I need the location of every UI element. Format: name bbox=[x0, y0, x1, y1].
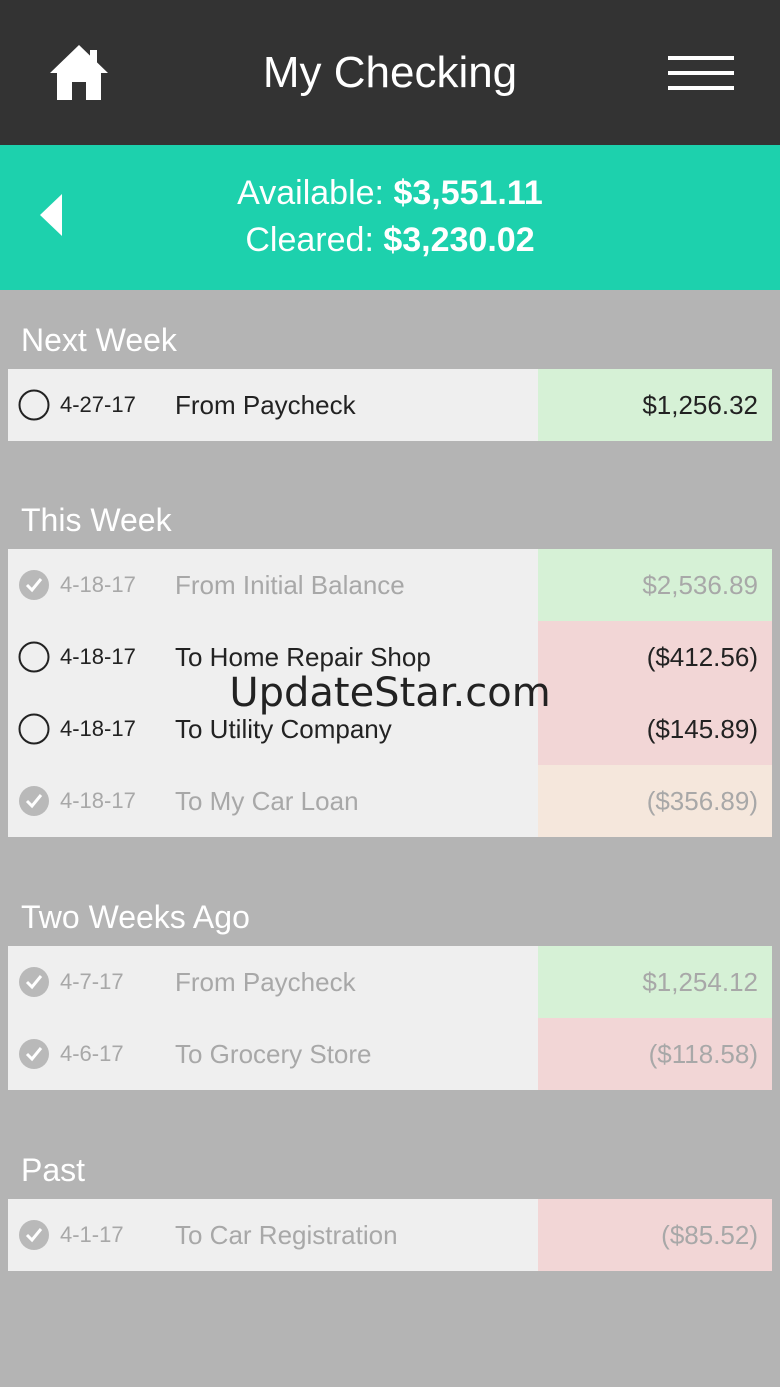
transaction-amount: ($85.52) bbox=[538, 1199, 772, 1271]
menu-button[interactable] bbox=[668, 56, 734, 90]
empty-circle-icon bbox=[18, 641, 50, 673]
transaction-row[interactable]: 4-7-17 From Paycheck $1,254.12 bbox=[8, 946, 772, 1018]
section-title-two-weeks-ago: Two Weeks Ago bbox=[21, 899, 250, 935]
check-circle-icon bbox=[19, 1039, 49, 1069]
transaction-date: 4-18-17 bbox=[60, 572, 136, 597]
transaction-group-next-week: 4-27-17 From Paycheck $1,256.32 bbox=[8, 369, 772, 441]
menu-bar bbox=[668, 71, 734, 75]
transaction-amount: ($356.89) bbox=[538, 765, 772, 837]
menu-bar bbox=[668, 86, 734, 90]
transaction-row[interactable]: 4-18-17 From Initial Balance $2,536.89 bbox=[8, 549, 772, 621]
uncleared-circle-icon[interactable] bbox=[18, 713, 50, 745]
page-title: My Checking bbox=[262, 48, 518, 97]
cleared-label: Cleared: bbox=[245, 221, 374, 259]
check-circle-icon bbox=[19, 967, 49, 997]
transaction-description: From Initial Balance bbox=[175, 570, 405, 600]
transaction-date: 4-1-17 bbox=[60, 1222, 124, 1247]
empty-circle-icon bbox=[18, 713, 50, 745]
cleared-check-icon[interactable] bbox=[18, 1219, 50, 1251]
cleared-balance: Cleared: $3,230.02 bbox=[0, 221, 780, 260]
transaction-group-this-week: 4-18-17 From Initial Balance $2,536.89 4… bbox=[8, 549, 772, 837]
transaction-description: To Grocery Store bbox=[175, 1039, 372, 1069]
transaction-amount: $1,254.12 bbox=[538, 946, 772, 1018]
cleared-check-icon[interactable] bbox=[18, 966, 50, 998]
transaction-description: To My Car Loan bbox=[175, 786, 359, 816]
cleared-check-icon[interactable] bbox=[18, 785, 50, 817]
transaction-amount: ($412.56) bbox=[538, 621, 772, 693]
transaction-amount: $2,536.89 bbox=[538, 549, 772, 621]
transaction-row[interactable]: 4-27-17 From Paycheck $1,256.32 bbox=[8, 369, 772, 441]
check-circle-icon bbox=[19, 570, 49, 600]
transaction-row[interactable]: 4-18-17 To My Car Loan ($356.89) bbox=[8, 765, 772, 837]
transaction-date: 4-18-17 bbox=[60, 716, 136, 741]
uncleared-circle-icon[interactable] bbox=[18, 389, 50, 421]
app-screen: My Checking Available: $3,551.11 Cleared… bbox=[0, 0, 780, 1387]
transaction-date: 4-18-17 bbox=[60, 644, 136, 669]
section-title-this-week: This Week bbox=[21, 502, 172, 538]
cleared-value: $3,230.02 bbox=[383, 221, 535, 259]
section-title-next-week: Next Week bbox=[21, 322, 177, 358]
menu-bar bbox=[668, 56, 734, 60]
available-label: Available: bbox=[237, 174, 384, 212]
transaction-description: To Utility Company bbox=[175, 714, 392, 744]
cleared-check-icon[interactable] bbox=[18, 569, 50, 601]
check-circle-icon bbox=[19, 786, 49, 816]
transaction-amount: $1,256.32 bbox=[538, 369, 772, 441]
section-title-past: Past bbox=[21, 1152, 86, 1188]
top-bar: My Checking bbox=[0, 0, 780, 145]
transaction-group-two-weeks-ago: 4-7-17 From Paycheck $1,254.12 4-6-17 To… bbox=[8, 946, 772, 1090]
transaction-description: To Home Repair Shop bbox=[175, 642, 431, 672]
transaction-date: 4-7-17 bbox=[60, 969, 124, 994]
transaction-description: From Paycheck bbox=[175, 967, 356, 997]
transaction-amount: ($145.89) bbox=[538, 693, 772, 765]
transaction-row[interactable]: 4-18-17 To Home Repair Shop ($412.56) bbox=[8, 621, 772, 693]
empty-circle-icon bbox=[18, 389, 50, 421]
check-circle-icon bbox=[19, 1220, 49, 1250]
cleared-check-icon[interactable] bbox=[18, 1038, 50, 1070]
transaction-row[interactable]: 4-18-17 To Utility Company ($145.89) bbox=[8, 693, 772, 765]
transaction-description: To Car Registration bbox=[175, 1220, 398, 1250]
uncleared-circle-icon[interactable] bbox=[18, 641, 50, 673]
transaction-row[interactable]: 4-6-17 To Grocery Store ($118.58) bbox=[8, 1018, 772, 1090]
transaction-amount: ($118.58) bbox=[538, 1018, 772, 1090]
balance-bar bbox=[0, 145, 780, 290]
available-balance: Available: $3,551.11 bbox=[0, 174, 780, 213]
transaction-description: From Paycheck bbox=[175, 390, 356, 420]
transaction-date: 4-27-17 bbox=[60, 392, 136, 417]
transaction-row[interactable]: 4-1-17 To Car Registration ($85.52) bbox=[8, 1199, 772, 1271]
transaction-group-past: 4-1-17 To Car Registration ($85.52) bbox=[8, 1199, 772, 1271]
transaction-date: 4-18-17 bbox=[60, 788, 136, 813]
transaction-date: 4-6-17 bbox=[60, 1041, 124, 1066]
available-value: $3,551.11 bbox=[393, 174, 543, 212]
